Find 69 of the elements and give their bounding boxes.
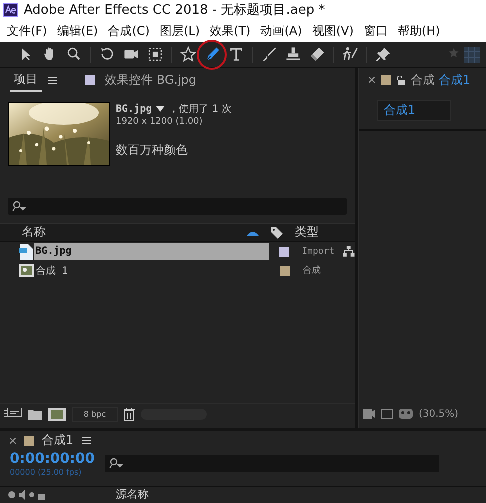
rotate-icon	[98, 46, 116, 63]
eraser-icon	[308, 46, 326, 63]
tag-icon	[271, 226, 283, 238]
folder-icon[interactable]	[28, 408, 42, 420]
column-header[interactable]: 名称	[22, 224, 247, 241]
menu-item[interactable]: 图层(L)	[156, 22, 208, 40]
menu-item[interactable]: 文件(F)	[4, 22, 54, 40]
figure-icon	[342, 46, 358, 63]
grid-icon	[464, 46, 480, 62]
frame-icon[interactable]	[381, 409, 393, 419]
panel-tab[interactable]: 效果控件 BG.jpg	[101, 70, 201, 90]
label-swatch[interactable]	[280, 266, 290, 276]
timecode[interactable]: 0:00:00:00	[10, 450, 95, 468]
window-title: Adobe After Effects CC 2018 - 无标题项目.aep *	[24, 2, 326, 19]
star-icon	[180, 46, 196, 63]
search-field[interactable]	[104, 454, 439, 472]
sort-icon[interactable]	[247, 230, 259, 236]
label-swatch[interactable]	[279, 246, 290, 256]
dotted-square-icon	[146, 46, 164, 63]
stamp-icon	[284, 46, 302, 63]
search-field[interactable]	[8, 198, 347, 215]
panel-menu-icon[interactable]	[48, 76, 57, 84]
menu-item[interactable]: 动画(A)	[258, 22, 310, 40]
column-header[interactable]: 类型	[295, 224, 319, 241]
composition-name[interactable]: 合成1	[439, 72, 471, 88]
app-logo-icon	[3, 3, 18, 17]
breadcrumb-tab[interactable]: 合成1	[377, 100, 451, 121]
menu-item[interactable]: 视图(V)	[309, 22, 361, 40]
file-name: BG.jpg	[116, 104, 152, 114]
search-icon	[12, 201, 26, 212]
hierarchy-icon	[343, 246, 355, 257]
dimensions-text: 1920 x 1200 (1.00)	[116, 117, 204, 127]
close-icon[interactable]	[10, 438, 16, 444]
text-icon	[228, 46, 244, 63]
composition-icon[interactable]	[48, 408, 66, 420]
search-icon	[108, 458, 123, 469]
composition-icon	[18, 264, 34, 277]
interpret-footage-icon[interactable]	[4, 408, 22, 420]
menu-item[interactable]: 窗口	[360, 22, 395, 40]
type-cell-text: 合成	[303, 264, 322, 277]
panel-tab[interactable]: 项目	[10, 68, 42, 92]
bit-depth-button[interactable]: 8 bpc	[72, 406, 118, 422]
trash-icon[interactable]	[124, 408, 135, 420]
column-header[interactable]: 源名称	[116, 489, 149, 502]
panel-tab[interactable]: 合成1	[42, 432, 74, 450]
lock-icon[interactable]	[397, 76, 405, 84]
menu-item[interactable]: 效果(T)	[207, 22, 258, 40]
dropdown-icon[interactable]	[156, 106, 166, 112]
brush-icon	[260, 46, 278, 63]
type-cell-text: Import	[302, 246, 336, 256]
frame-count: 00000 (25.00 fps)	[10, 468, 83, 477]
star-icon	[448, 46, 460, 58]
render-icon[interactable]	[363, 409, 375, 419]
usage-text: ，使用了 1 次	[169, 103, 232, 116]
color-depth-text: 数百万种颜色	[116, 142, 189, 159]
project-item[interactable]: 合成 1	[34, 262, 269, 279]
menu-item[interactable]: 合成(C)	[105, 22, 157, 40]
project-item[interactable]: BG.jpg	[34, 243, 269, 260]
visibility-icons[interactable]	[8, 490, 48, 500]
menu-item[interactable]: 帮助(H)	[394, 22, 448, 40]
mask-icon[interactable]	[399, 409, 413, 419]
panel-tab[interactable]: 合成	[411, 72, 435, 88]
zoom-level[interactable]: (30.5%)	[419, 408, 459, 420]
panel-menu-icon[interactable]	[82, 437, 91, 444]
magnifier-icon	[66, 46, 82, 63]
pin-icon	[374, 46, 392, 63]
close-icon[interactable]	[369, 77, 375, 83]
menu-item[interactable]: 编辑(E)	[54, 22, 106, 40]
image-file-icon	[18, 244, 33, 260]
